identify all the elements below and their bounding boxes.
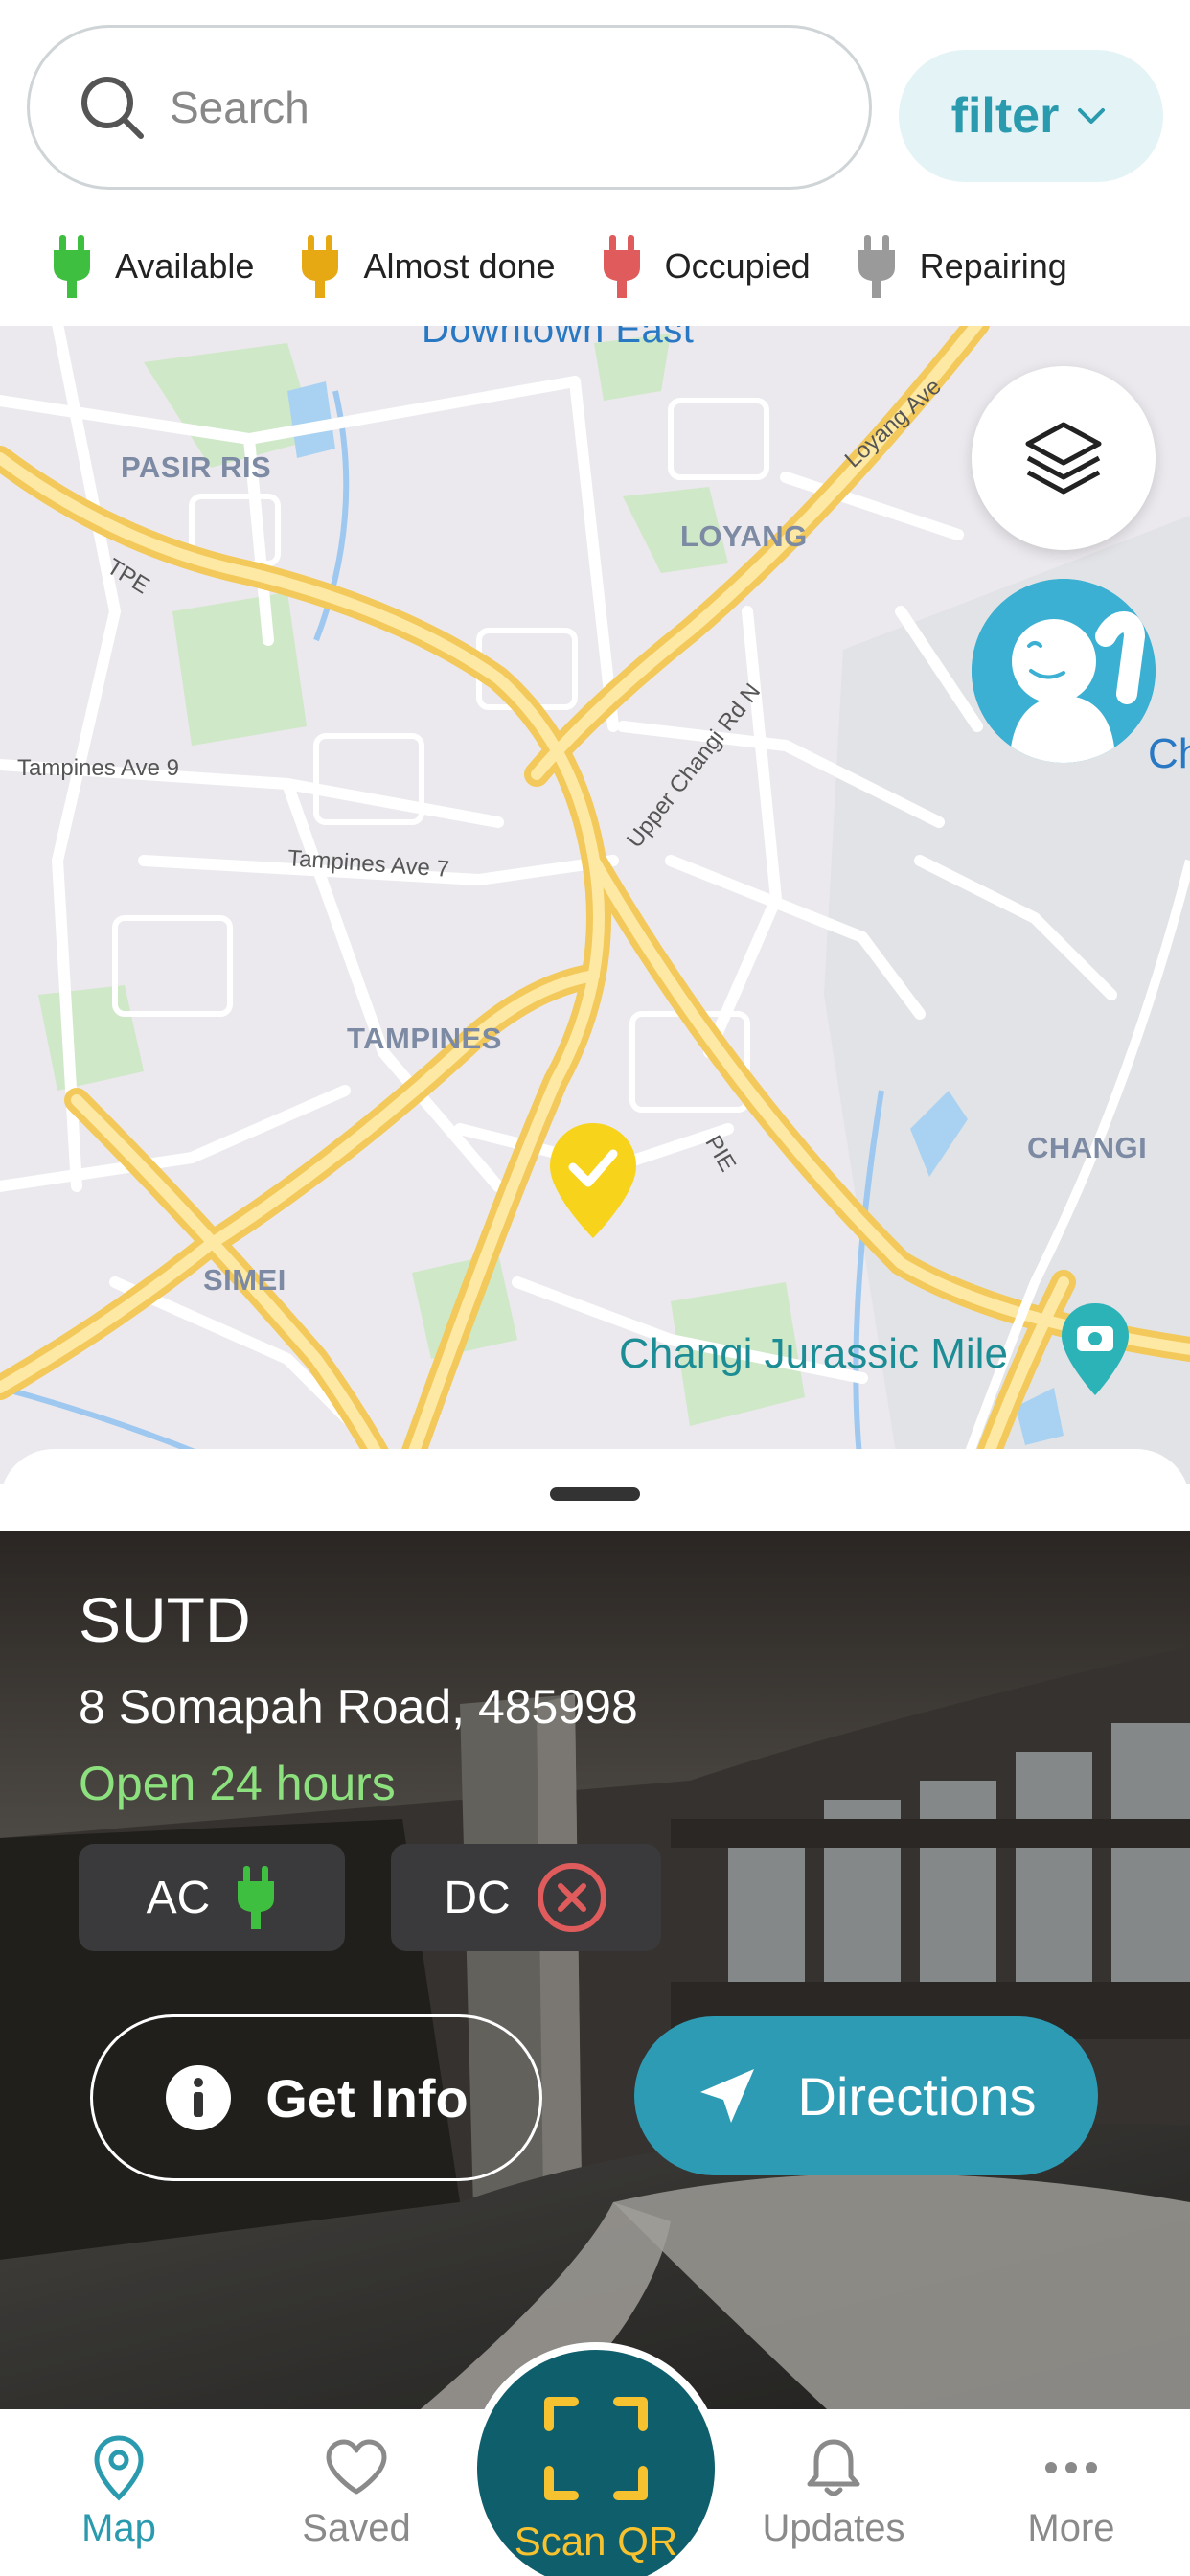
parking-garage-photo [0, 1531, 1190, 2425]
info-icon [166, 2065, 232, 2130]
map-label-tampines: TAMPINES [347, 1022, 502, 1055]
map-layers-button[interactable] [972, 366, 1156, 550]
more-dots-icon [1045, 2462, 1097, 2473]
legend-item-occupied: Occupied [602, 235, 811, 298]
directions-label: Directions [797, 2065, 1037, 2127]
road-label-tampines-ave-9: Tampines Ave 9 [17, 755, 179, 781]
navigation-arrow-icon [699, 2069, 754, 2123]
camera-pin-icon[interactable] [1062, 1303, 1129, 1395]
plug-icon [858, 235, 895, 298]
map-label-loyang: LOYANG [680, 519, 808, 553]
chevron-down-icon [1078, 108, 1106, 124]
scan-qr-inner: Scan QR [477, 2350, 715, 2576]
station-address: 8 Somapah Road, 485998 [79, 1680, 638, 1734]
map-label-simei: SIMEI [203, 1263, 286, 1297]
station-name: SUTD [79, 1584, 251, 1655]
map-label-pasir-ris: PASIR RIS [121, 450, 272, 484]
plug-icon [302, 235, 339, 298]
legend-label: Repairing [919, 246, 1067, 286]
nav-label: Saved [302, 2507, 411, 2549]
search-bar[interactable] [27, 25, 872, 190]
legend-item-almost-done: Almost done [300, 235, 556, 298]
filter-label: filter [950, 88, 1060, 144]
station-photo [0, 1531, 1190, 2425]
nav-item-more[interactable]: More [975, 2434, 1167, 2550]
legend-label: Almost done [363, 246, 556, 286]
scan-qr-label: Scan QR [514, 2518, 678, 2564]
layers-icon [1025, 422, 1102, 494]
dc-label: DC [444, 1872, 511, 1923]
search-icon [81, 77, 144, 139]
nav-item-updates[interactable]: Updates [738, 2434, 929, 2550]
nav-label: More [1027, 2507, 1115, 2549]
legend-label: Occupied [664, 246, 811, 286]
scan-frame-icon [544, 2397, 648, 2500]
charger-status-legend: Available Almost done Occupied Repairing [0, 228, 1190, 305]
close-circle-icon [537, 1863, 606, 1932]
plug-icon [54, 235, 90, 298]
ac-label: AC [146, 1872, 211, 1923]
nav-item-map[interactable]: Map [23, 2434, 215, 2550]
sheet-drag-handle[interactable] [550, 1487, 640, 1501]
legend-item-available: Available [52, 235, 254, 298]
nav-label: Updates [762, 2507, 905, 2549]
get-info-label: Get Info [265, 2067, 469, 2128]
filter-button[interactable]: filter [899, 50, 1163, 182]
assistant-button[interactable] [972, 579, 1156, 763]
map-label-changi: CHANGI [1027, 1131, 1148, 1164]
ac-connector-chip: AC [79, 1844, 345, 1951]
dc-connector-chip: DC [391, 1844, 661, 1951]
top-bar: filter Available Almost done Occupied [0, 0, 1190, 326]
assistant-mascot-icon [972, 579, 1156, 763]
legend-label: Available [115, 246, 255, 286]
search-input[interactable] [170, 81, 744, 133]
nav-item-saved[interactable]: Saved [261, 2434, 452, 2550]
nav-label: Map [81, 2507, 156, 2549]
station-hours: Open 24 hours [79, 1757, 396, 1810]
map-label-edge: Ch [1148, 730, 1190, 777]
get-info-button[interactable]: Get Info [90, 2014, 542, 2181]
heart-icon [326, 2439, 387, 2495]
plug-icon [603, 235, 640, 298]
bell-icon [807, 2439, 860, 2496]
map-label-downtown-east: Downtown East [422, 324, 695, 351]
poi-label-changi-jurassic-mile[interactable]: Changi Jurassic Mile [619, 1330, 1008, 1378]
plug-icon [238, 1866, 275, 1929]
station-marker-icon[interactable] [550, 1123, 636, 1238]
map-pin-icon [94, 2435, 144, 2501]
directions-button[interactable]: Directions [634, 2016, 1098, 2175]
legend-item-repairing: Repairing [857, 235, 1067, 298]
